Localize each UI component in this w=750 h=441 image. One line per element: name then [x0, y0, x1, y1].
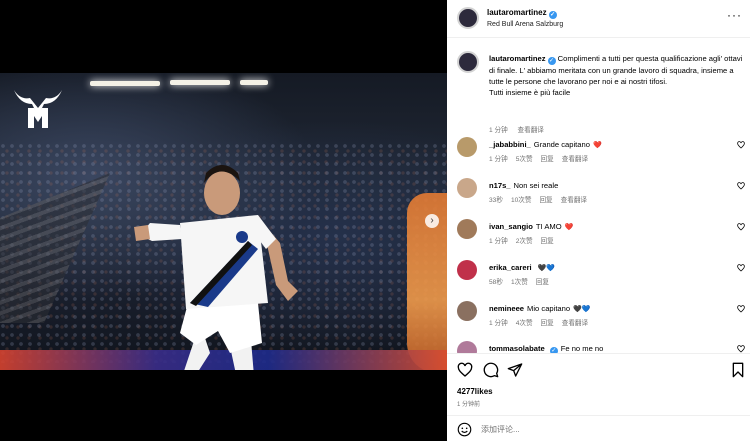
emoji-icon[interactable]	[457, 422, 472, 437]
reply-link[interactable]: 回复	[539, 197, 552, 204]
comment-item: _jababbini_ Grande capitano ❤️ 1 分钟 5次赞 回复 查看翻…	[457, 137, 747, 173]
comment-time: 1 分钟	[489, 238, 508, 245]
comment-body: TI AMO	[535, 222, 562, 231]
comment-like-heart-icon[interactable]	[737, 264, 745, 272]
author-username[interactable]: lautaromartinez ✓	[487, 8, 557, 19]
comment-item: erika_careri 🖤💙 58秒 1次赞 回复	[457, 260, 747, 296]
reply-link[interactable]: 回复	[541, 238, 554, 245]
translate-link[interactable]: 查看翻译	[561, 197, 587, 204]
comment-likes[interactable]: 5次赞	[516, 156, 533, 163]
post-media[interactable]: ›	[0, 0, 447, 441]
comment-item: ivan_sangio TI AMO ❤️ 1 分钟 2次赞 回复	[457, 219, 747, 255]
comment-time: 1 分钟	[489, 156, 508, 163]
caption-username[interactable]: lautaromartinez	[489, 54, 546, 63]
comment-time: 33秒	[489, 197, 503, 204]
comment-meta: 1 分钟 2次赞 回复	[489, 235, 562, 245]
comment-item: n17s_ Non sei reale 33秒 10次赞 回复 查看翻译	[457, 178, 747, 214]
commenter-avatar[interactable]	[457, 301, 477, 321]
action-bar	[447, 353, 750, 383]
reply-link[interactable]: 回复	[541, 156, 554, 163]
comment-like-heart-icon[interactable]	[737, 223, 745, 231]
commenter-avatar[interactable]	[457, 137, 477, 157]
commenter-username[interactable]: nemineee	[489, 304, 524, 313]
author-avatar[interactable]	[457, 7, 479, 29]
translate-link[interactable]: 查看翻译	[562, 320, 588, 327]
commenter-username[interactable]: ivan_sangio	[489, 222, 533, 231]
likes-count[interactable]: 4277likes	[457, 387, 493, 396]
verified-icon: ✓	[548, 11, 557, 19]
reply-link[interactable]: 回复	[541, 320, 554, 327]
comment-emoji: ❤️	[592, 142, 602, 149]
comment-like-heart-icon[interactable]	[737, 141, 745, 149]
caption-tagline: Tutti insieme è più facile	[489, 88, 571, 98]
commenter-avatar[interactable]	[457, 341, 477, 353]
like-heart-icon[interactable]	[457, 362, 473, 378]
comment-text: _jababbini_ Grande capitano ❤️	[489, 140, 602, 149]
post-location[interactable]: Red Bull Arena Salzburg	[487, 21, 563, 28]
comment-text: n17s_ Non sei reale	[489, 181, 558, 190]
stadium-light	[170, 80, 230, 85]
post-sidebar: lautaromartinez ✓ Red Bull Arena Salzburg…	[447, 0, 750, 441]
comment-time: 1 分钟	[489, 320, 508, 327]
comment-emoji: 🖤💙	[537, 265, 556, 272]
comment-like-heart-icon[interactable]	[737, 345, 745, 353]
verified-icon: ✓	[547, 57, 556, 65]
comment-time: 58秒	[489, 279, 503, 286]
comment-likes[interactable]: 10次赞	[511, 197, 532, 204]
comment-item: tommasolabate ✓ Fe no me no	[457, 341, 747, 353]
comment-meta: 1 分钟 4次赞 回复 查看翻译	[489, 317, 596, 327]
comments-scroll[interactable]: lautaromartinez ✓ Complimenti a tutti per…	[447, 39, 750, 353]
comment-likes[interactable]: 1次赞	[511, 279, 528, 286]
comment-meta: 1 分钟 5次赞 回复 查看翻译	[489, 153, 596, 163]
caption-avatar[interactable]	[457, 51, 479, 73]
player-figure	[134, 165, 298, 370]
comment-icon[interactable]	[483, 362, 499, 378]
more-options-icon[interactable]: ···	[727, 8, 742, 22]
share-icon[interactable]	[507, 362, 523, 378]
comment-text: erika_careri 🖤💙	[489, 263, 555, 272]
post-header: lautaromartinez ✓ Red Bull Arena Salzburg…	[447, 0, 750, 38]
add-comment-bar	[447, 415, 750, 441]
commenter-username[interactable]: erika_careri	[489, 263, 532, 272]
comment-item: nemineee Mio capitano 🖤💙 1 分钟 4次赞 回复 查看翻译	[457, 301, 747, 337]
caption-time: 1 分钟	[489, 127, 508, 134]
comment-meta: 33秒 10次赞 回复 查看翻译	[489, 194, 595, 204]
comment-body: Mio capitano	[527, 304, 571, 313]
stadium-light	[240, 80, 268, 85]
commenter-username[interactable]: n17s_	[489, 181, 511, 190]
caption-text: lautaromartinez ✓ Complimenti a tutti per…	[489, 53, 744, 99]
commenter-avatar[interactable]	[457, 260, 477, 280]
commenter-username[interactable]: tommasolabate	[489, 344, 545, 353]
next-slide-button[interactable]: ›	[425, 214, 439, 228]
author-username-text[interactable]: lautaromartinez	[487, 8, 547, 17]
stadium-light	[90, 81, 160, 86]
commenter-username[interactable]: _jababbini_	[489, 140, 531, 149]
comment-text: ivan_sangio TI AMO ❤️	[489, 222, 573, 231]
comment-body: Non sei reale	[513, 181, 559, 190]
commenter-avatar[interactable]	[457, 178, 477, 198]
add-comment-input[interactable]	[481, 422, 711, 437]
post-photo	[0, 73, 447, 370]
caption-translate-link[interactable]: 查看翻译	[518, 127, 544, 134]
comment-text: nemineee Mio capitano 🖤💙	[489, 304, 591, 313]
comment-body: Fe no me no	[560, 344, 604, 353]
reply-link[interactable]: 回复	[536, 279, 549, 286]
comment-body: Grande capitano	[533, 140, 590, 149]
comment-meta: 58秒 1次赞 回复	[489, 276, 557, 286]
comment-likes[interactable]: 2次赞	[516, 238, 533, 245]
comment-emoji: 🖤💙	[573, 306, 591, 313]
comment-text: tommasolabate ✓ Fe no me no	[489, 344, 603, 353]
translate-link[interactable]: 查看翻译	[562, 156, 588, 163]
commenter-avatar[interactable]	[457, 219, 477, 239]
caption-meta: 1 分钟 查看翻译	[489, 124, 552, 134]
comment-like-heart-icon[interactable]	[737, 305, 745, 313]
bull-logo-icon	[14, 90, 62, 128]
comment-like-heart-icon[interactable]	[737, 182, 745, 190]
comment-likes[interactable]: 4次赞	[516, 320, 533, 327]
bookmark-icon[interactable]	[730, 362, 746, 378]
comment-emoji: ❤️	[564, 224, 574, 231]
posted-ago: 1 分钟前	[457, 402, 481, 408]
